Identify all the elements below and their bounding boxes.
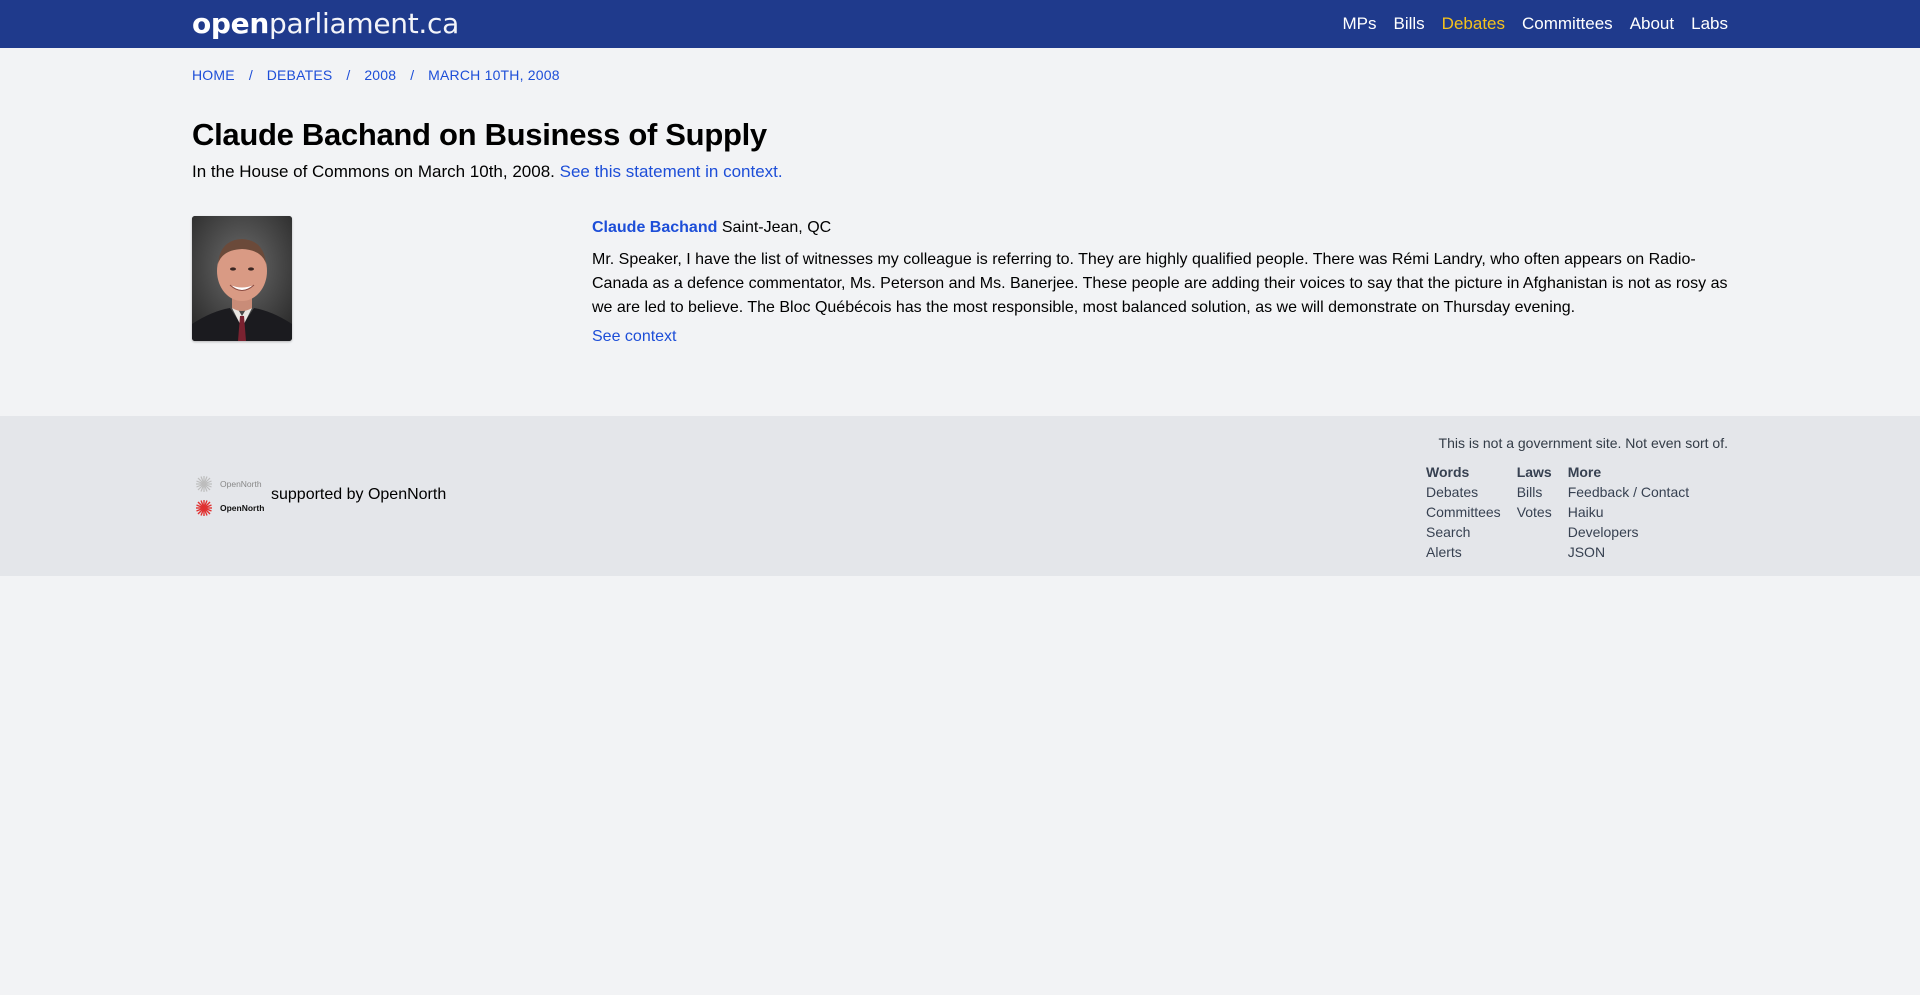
breadcrumb: HOME / DEBATES / 2008 / MARCH 10TH, 2008: [192, 67, 1728, 83]
opennorth-logo-icon: OpenNorth OpenNorth: [196, 476, 264, 516]
nav-mps[interactable]: MPs: [1343, 14, 1377, 34]
footer-link-json[interactable]: JSON: [1568, 542, 1689, 562]
opennorth-logo-text-grey: OpenNorth: [220, 479, 262, 489]
nav-about[interactable]: About: [1630, 14, 1674, 34]
footer-link-debates[interactable]: Debates: [1426, 482, 1501, 502]
statement-context-link[interactable]: See this statement in context.: [560, 162, 783, 181]
main-nav: MPs Bills Debates Committees About Labs: [1343, 0, 1729, 48]
footer-links: Words Debates Committees Search Alerts L…: [1426, 462, 1689, 562]
top-navbar: openparliament.ca MPs Bills Debates Comm…: [0, 0, 1920, 48]
statement-text: Mr. Speaker, I have the list of witnesse…: [592, 251, 1728, 316]
breadcrumb-debates[interactable]: DEBATES: [267, 67, 333, 83]
footer-disclaimer: This is not a government site. Not even …: [1438, 435, 1728, 451]
footer-link-feedback[interactable]: Feedback / Contact: [1568, 482, 1689, 502]
nav-labs[interactable]: Labs: [1691, 14, 1728, 34]
breadcrumb-separator: /: [410, 67, 415, 83]
statement-block: Claude Bachand Saint-Jean, QC Mr. Speake…: [592, 216, 1728, 346]
speaker-riding: Saint-Jean, QC: [721, 219, 832, 236]
supported-by-text: supported by OpenNorth: [271, 486, 447, 503]
mp-photo[interactable]: [192, 216, 292, 341]
footer-column-words: Words Debates Committees Search Alerts: [1426, 462, 1501, 562]
footer-heading-words: Words: [1426, 464, 1470, 480]
footer-column-laws: Laws Bills Votes: [1517, 462, 1552, 562]
footer-link-votes[interactable]: Votes: [1517, 502, 1552, 522]
subtitle-text: In the House of Commons on March 10th, 2…: [192, 162, 555, 181]
opennorth-logo-text-dark: OpenNorth: [220, 503, 264, 513]
footer-link-haiku[interactable]: Haiku: [1568, 502, 1689, 522]
footer-link-search[interactable]: Search: [1426, 522, 1501, 542]
logo-light-text: parliament.ca: [269, 7, 459, 40]
footer-link-committees[interactable]: Committees: [1426, 502, 1501, 522]
footer-link-developers[interactable]: Developers: [1568, 522, 1689, 542]
footer-heading-laws: Laws: [1516, 464, 1552, 480]
footer-link-bills[interactable]: Bills: [1517, 482, 1552, 502]
site-footer: OpenNorth OpenNorth supported by OpenNor…: [0, 416, 1920, 576]
footer-column-more: More Feedback / Contact Haiku Developers…: [1568, 462, 1689, 562]
breadcrumb-separator: /: [346, 67, 351, 83]
nav-debates[interactable]: Debates: [1442, 14, 1505, 34]
nav-bills[interactable]: Bills: [1394, 14, 1425, 34]
footer-heading-more: More: [1567, 464, 1602, 480]
see-context-link[interactable]: See context: [592, 328, 677, 346]
speaker-name-link[interactable]: Claude Bachand: [592, 219, 717, 236]
opennorth-logo[interactable]: OpenNorth OpenNorth: [192, 472, 266, 520]
speaker-line: Claude Bachand Saint-Jean, QC: [592, 216, 1728, 240]
breadcrumb-date[interactable]: MARCH 10TH, 2008: [428, 67, 560, 83]
site-logo[interactable]: openparliament.ca: [192, 7, 459, 40]
breadcrumb-separator: /: [248, 67, 253, 83]
mp-portrait-image: [192, 216, 292, 341]
page-subtitle: In the House of Commons on March 10th, 2…: [192, 162, 1728, 182]
breadcrumb-year[interactable]: 2008: [364, 67, 396, 83]
breadcrumb-home[interactable]: HOME: [192, 67, 235, 83]
logo-bold-text: open: [192, 7, 270, 40]
nav-committees[interactable]: Committees: [1522, 14, 1613, 34]
page-title: Claude Bachand on Business of Supply: [192, 117, 767, 152]
footer-link-alerts[interactable]: Alerts: [1426, 542, 1501, 562]
